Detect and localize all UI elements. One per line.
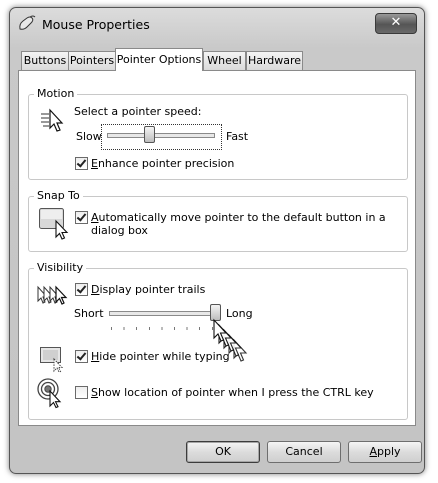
snap-to-group: Snap To Automatically move pointer to th… <box>28 189 408 252</box>
close-icon: ✕ <box>390 15 402 30</box>
snap-to-heading: Snap To <box>34 189 83 202</box>
window-title: Mouse Properties <box>42 17 150 32</box>
enhance-precision-text: nhance pointer precision <box>97 157 235 170</box>
motion-heading: Motion <box>34 87 78 100</box>
hide-pointer-label: Hide pointer while typing <box>91 350 230 363</box>
pointer-options-panel: Motion Select a pointer speed: Slow Fast… <box>18 70 416 426</box>
tab-label: Pointers <box>69 54 115 67</box>
snap-to-label-line2: dialog box <box>91 224 148 237</box>
display-trails-label: Display pointer trails <box>91 283 206 296</box>
visibility-group: Visibility Display pointer trails Short … <box>28 261 408 420</box>
mouse-properties-icon <box>19 15 36 30</box>
enhance-precision-label: Enhance pointer precision <box>91 157 235 170</box>
trail-length-ticks <box>111 327 215 330</box>
snap-to-icon <box>39 208 69 240</box>
ok-button[interactable]: OK <box>186 441 260 463</box>
hide-pointer-checkbox[interactable] <box>75 350 88 363</box>
trail-cursor-icon <box>213 318 248 362</box>
apply-button[interactable]: Apply <box>348 441 422 463</box>
cancel-button[interactable]: Cancel <box>267 441 341 463</box>
motion-group: Motion Select a pointer speed: Slow Fast… <box>28 87 408 180</box>
title-bar[interactable]: Mouse Properties ✕ <box>10 8 424 38</box>
apply-text: pply <box>377 445 401 458</box>
pointer-speed-label: Select a pointer speed: <box>74 105 202 118</box>
snap-to-checkbox[interactable] <box>75 211 88 224</box>
tab-pointer-options[interactable]: Pointer Options <box>115 48 203 71</box>
tab-label: Buttons <box>23 54 67 67</box>
tab-label: Hardware <box>247 54 302 67</box>
tab-strip: Buttons Pointers Pointer Options Wheel H… <box>18 48 416 71</box>
snap-to-label-line1: Automatically move pointer to the defaul… <box>91 211 386 224</box>
dialog-client-area: Buttons Pointers Pointer Options Wheel H… <box>18 39 422 464</box>
speed-slider-thumb[interactable] <box>144 126 156 143</box>
tab-hardware[interactable]: Hardware <box>246 51 303 70</box>
close-button[interactable]: ✕ <box>375 13 417 34</box>
apply-access-key: A <box>369 445 377 458</box>
tab-label: Wheel <box>207 54 242 67</box>
snap-to-text: utomatically move pointer to the default… <box>98 211 386 224</box>
mouse-properties-window: Mouse Properties ✕ Buttons Pointers Poin… <box>9 7 425 474</box>
tab-pointers[interactable]: Pointers <box>68 51 116 70</box>
pointer-trails-icon <box>37 285 68 305</box>
short-label: Short <box>74 307 104 320</box>
display-trails-checkbox[interactable] <box>75 283 88 296</box>
hide-pointer-text: ide pointer while typing <box>99 350 230 363</box>
pointer-speed-icon <box>41 108 64 132</box>
slow-label: Slow <box>76 130 102 143</box>
trail-length-slider-track[interactable] <box>109 311 217 316</box>
speed-slider-track[interactable] <box>107 133 215 138</box>
show-location-label: Show location of pointer when I press th… <box>91 386 374 399</box>
display-trails-text: isplay pointer trails <box>99 283 206 296</box>
tab-wheel[interactable]: Wheel <box>203 51 246 70</box>
hide-pointer-icon <box>40 347 64 373</box>
fast-label: Fast <box>226 130 249 143</box>
visibility-heading: Visibility <box>34 261 87 274</box>
tab-label: Pointer Options <box>116 53 202 66</box>
show-location-icon <box>37 378 62 409</box>
show-location-text: how location of pointer when I press the… <box>97 386 374 399</box>
enhance-precision-checkbox[interactable] <box>75 157 88 170</box>
tab-buttons[interactable]: Buttons <box>21 51 69 70</box>
show-location-checkbox[interactable] <box>75 386 88 399</box>
